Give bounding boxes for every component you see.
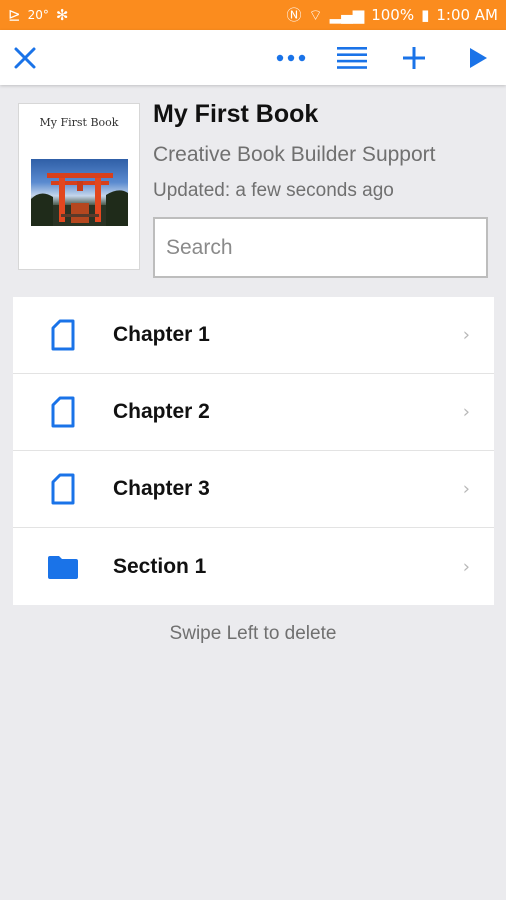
list-item-section-1[interactable]: Section 1 ›: [13, 528, 494, 605]
add-icon: [403, 47, 425, 69]
folder-icon: [47, 551, 79, 583]
cover-title: My First Book: [39, 116, 119, 129]
play-icon: [470, 48, 487, 68]
toolbar: [0, 30, 506, 85]
status-left: ⊵ 20° ✻: [8, 5, 69, 24]
chevron-right-icon: ›: [462, 324, 470, 346]
book-author: Creative Book Builder Support: [153, 143, 436, 166]
list-item-label: Chapter 3: [113, 477, 210, 500]
chevron-right-icon: ›: [462, 556, 470, 577]
list-item-chapter-1[interactable]: Chapter 1 ›: [13, 297, 494, 374]
list-button[interactable]: [334, 40, 370, 76]
temperature-text: 20°: [27, 8, 49, 22]
list-item-label: Section 1: [113, 554, 207, 578]
swipe-hint: Swipe Left to delete: [169, 623, 337, 644]
more-icon: [276, 54, 306, 62]
close-button[interactable]: [7, 40, 43, 76]
list-item-chapter-3[interactable]: Chapter 3 ›: [13, 451, 494, 528]
list-item-chapter-2[interactable]: Chapter 2 ›: [13, 374, 494, 451]
chevron-right-icon: ›: [462, 478, 470, 500]
page-icon: [47, 319, 79, 351]
cover-image: [31, 159, 128, 226]
battery-icon: ▮: [421, 5, 430, 24]
notification-icon: ⊵: [8, 5, 21, 24]
battery-text: 100%: [371, 5, 415, 24]
wifi-icon: ⌔: [308, 5, 323, 24]
close-icon: [14, 47, 36, 69]
chevron-right-icon: ›: [462, 401, 470, 423]
status-right: Ⓝ ⌔ ▂▄▆ 100% ▮ 1:00 AM: [286, 5, 498, 24]
book-cover[interactable]: My First Book: [18, 103, 140, 270]
list-item-label: Chapter 2: [113, 400, 210, 423]
play-button[interactable]: [460, 40, 496, 76]
status-bar: ⊵ 20° ✻ Ⓝ ⌔ ▂▄▆ 100% ▮ 1:00 AM: [0, 0, 506, 30]
more-button[interactable]: [273, 40, 309, 76]
book-title: My First Book: [153, 100, 319, 128]
signal-icon: ▂▄▆: [329, 5, 365, 24]
book-updated: Updated: a few seconds ago: [153, 180, 394, 201]
weather-icon: ✻: [55, 5, 69, 24]
page-icon: [47, 473, 79, 505]
time-text: 1:00 AM: [436, 5, 498, 24]
list-icon: [337, 47, 367, 69]
search-input[interactable]: [153, 217, 488, 278]
page-icon: [47, 396, 79, 428]
add-button[interactable]: [396, 40, 432, 76]
list-item-label: Chapter 1: [113, 323, 210, 346]
nfc-icon: Ⓝ: [286, 5, 302, 24]
chapter-list: Chapter 1 › Chapter 2 › Chapter 3 › Sect…: [13, 297, 494, 605]
